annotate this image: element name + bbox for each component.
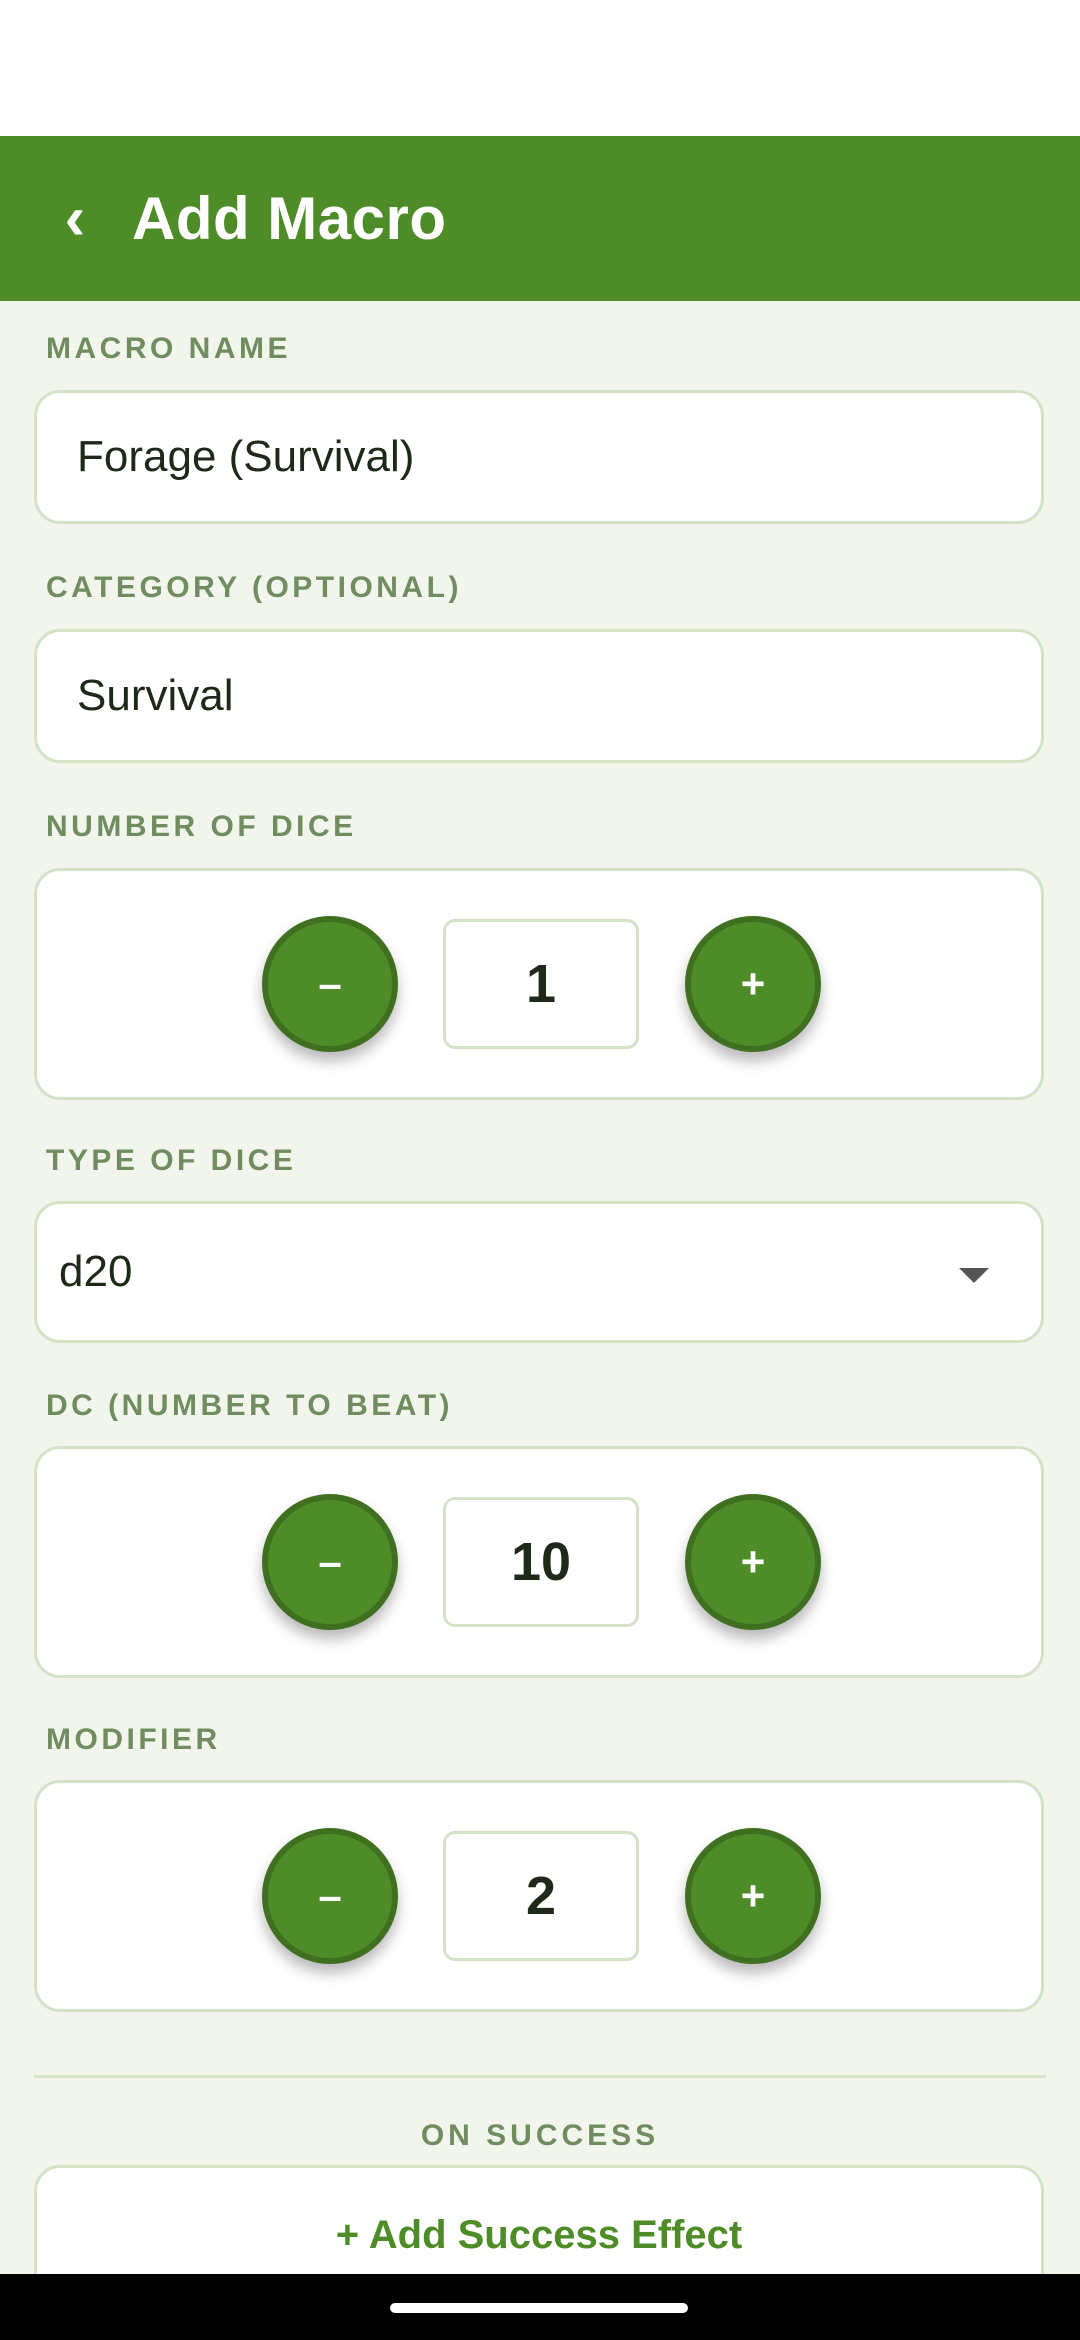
category-label: CATEGORY (OPTIONAL) [46, 571, 462, 604]
macro-name-input[interactable]: Forage (Survival) [34, 390, 1044, 524]
page-title: Add Macro [132, 185, 447, 252]
dc-increment-button[interactable]: + [685, 1494, 821, 1630]
dropdown-caret-icon [959, 1268, 989, 1283]
number-of-dice-label: NUMBER OF DICE [46, 810, 357, 843]
home-gesture-handle[interactable] [390, 2303, 688, 2313]
dc-stepper: – 10 + [34, 1446, 1044, 1678]
dice-count-value[interactable]: 1 [443, 919, 639, 1049]
modifier-stepper: – 2 + [34, 1780, 1044, 2012]
section-divider [34, 2075, 1046, 2078]
app-bar: ‹ Add Macro [0, 136, 1080, 301]
dc-label: DC (NUMBER TO BEAT) [46, 1389, 454, 1422]
macro-name-label: MACRO NAME [46, 332, 291, 365]
add-success-effect-button[interactable]: + Add Success Effect [34, 2165, 1044, 2274]
dice-type-select[interactable]: d20 [34, 1201, 1044, 1343]
type-of-dice-label: TYPE OF DICE [46, 1144, 297, 1177]
dice-count-increment-button[interactable]: + [685, 916, 821, 1052]
on-success-title: ON SUCCESS [420, 2119, 660, 2152]
dice-type-selected-value: d20 [59, 1247, 133, 1296]
dc-decrement-button[interactable]: – [262, 1494, 398, 1630]
navigation-bar [0, 2274, 1080, 2340]
dc-value[interactable]: 10 [443, 1497, 639, 1627]
modifier-decrement-button[interactable]: – [262, 1828, 398, 1964]
status-bar [0, 0, 1080, 136]
number-of-dice-stepper: – 1 + [34, 868, 1044, 1100]
category-input[interactable]: Survival [34, 629, 1044, 763]
modifier-value[interactable]: 2 [443, 1831, 639, 1961]
dice-count-decrement-button[interactable]: – [262, 916, 398, 1052]
macro-form: MACRO NAME Forage (Survival) CATEGORY (O… [0, 301, 1080, 2274]
back-arrow-icon[interactable]: ‹ [40, 184, 110, 254]
modifier-increment-button[interactable]: + [685, 1828, 821, 1964]
modifier-label: MODIFIER [46, 1723, 221, 1756]
